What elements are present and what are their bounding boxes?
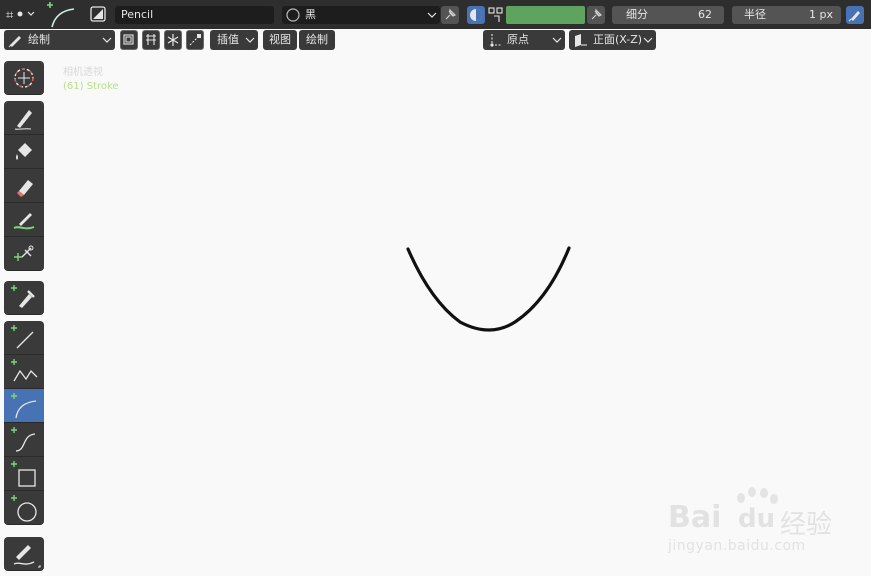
color-wheel-icon xyxy=(470,9,482,21)
vertex-color-button[interactable] xyxy=(487,6,505,24)
cursor-tool[interactable] xyxy=(4,61,44,95)
active-tool-icon[interactable] xyxy=(44,1,78,28)
viewport-object-label: (61) Stroke xyxy=(63,81,119,92)
chevron-down-icon xyxy=(643,37,653,43)
watermark-brand: Bai xyxy=(668,500,722,535)
guides-icon xyxy=(146,34,156,45)
origin-dropdown[interactable]: 原点 xyxy=(483,30,565,50)
pen-pressure-icon xyxy=(848,11,860,22)
erase-tool[interactable] xyxy=(4,169,44,203)
plane-icon xyxy=(575,34,587,47)
radius-value: 1 px xyxy=(809,8,833,21)
eyedropper-tool[interactable] xyxy=(4,281,44,315)
cursor-icon xyxy=(14,68,34,88)
subdivision-label: 细分 xyxy=(626,8,648,21)
pressure-button[interactable] xyxy=(846,6,864,24)
svg-text:⌗: ⌗ xyxy=(6,8,14,23)
material-name-field[interactable]: Pencil xyxy=(115,6,274,24)
subdivision-value: 62 xyxy=(698,8,712,21)
baidu-watermark: Bai du 经验 jingyan.baidu.com xyxy=(668,484,868,560)
radius-slider[interactable]: 半径 1 px xyxy=(732,6,841,24)
mode-label: 绘制 xyxy=(28,33,50,46)
view-menu[interactable]: 视图 xyxy=(263,30,297,50)
pin-icon xyxy=(445,8,457,20)
arc-icon xyxy=(11,393,37,419)
material-icon[interactable] xyxy=(90,6,106,22)
curve-tool[interactable] xyxy=(4,423,44,457)
stroke-placement-icon xyxy=(123,34,134,45)
annotate-icon xyxy=(13,545,41,568)
view-plane-label: 正面(X-Z) xyxy=(593,33,643,46)
grease-pencil-icon: ⌗ xyxy=(6,8,35,23)
box-icon xyxy=(11,461,36,487)
subdivision-slider[interactable]: 细分 62 xyxy=(612,6,724,24)
annotate-tool[interactable] xyxy=(4,537,44,571)
projection-icon xyxy=(189,34,201,46)
guides-button[interactable] xyxy=(142,30,160,50)
pin-button[interactable] xyxy=(441,6,459,24)
circle-tool[interactable] xyxy=(4,491,44,525)
line-tool[interactable] xyxy=(4,321,44,355)
eraser-icon xyxy=(17,180,33,197)
line-icon xyxy=(11,325,34,349)
watermark-brand-2: du xyxy=(738,504,776,534)
arc-icon xyxy=(47,2,75,28)
viewport-perspective-label: 相机透视 xyxy=(63,67,103,78)
radius-label: 半径 xyxy=(744,8,766,21)
pin-icon xyxy=(591,8,603,20)
stroke-placement-button[interactable] xyxy=(120,30,138,50)
chevron-down-icon xyxy=(427,12,437,18)
fill-tool[interactable] xyxy=(4,135,44,169)
snowflake-icon xyxy=(167,34,179,46)
curve-icon xyxy=(11,427,36,452)
vertex-color-icon xyxy=(488,7,503,22)
tint-icon xyxy=(13,213,35,230)
arc-tool[interactable] xyxy=(4,389,44,423)
origin-label: 原点 xyxy=(507,33,529,46)
color-selector[interactable]: 黑 xyxy=(282,6,440,24)
color-mode-button[interactable] xyxy=(467,6,485,24)
draw-menu[interactable]: 绘制 xyxy=(299,30,335,50)
polyline-tool[interactable] xyxy=(4,355,44,389)
scissors-icon xyxy=(14,245,34,261)
interpolate-dropdown[interactable]: 插值 xyxy=(210,30,258,50)
watermark-site: jingyan.baidu.com xyxy=(668,538,806,554)
tool-settings-bar: 绘制 插值 视图 绘制 原点 正面(X-Z) xyxy=(0,29,871,51)
interpolate-label: 插值 xyxy=(217,33,239,46)
origin-icon xyxy=(490,34,502,47)
pencil-icon xyxy=(14,110,32,130)
snap-button[interactable] xyxy=(164,30,182,50)
color-name: 黑 xyxy=(305,8,316,21)
polyline-icon xyxy=(11,359,38,382)
eyedropper-icon xyxy=(11,285,35,308)
mode-dropdown[interactable]: 绘制 xyxy=(4,30,115,50)
bucket-icon xyxy=(16,143,32,160)
chevron-down-icon xyxy=(552,37,562,43)
view-plane-dropdown[interactable]: 正面(X-Z) xyxy=(569,30,656,50)
draw-tool[interactable] xyxy=(4,101,44,135)
circle-icon xyxy=(286,8,300,22)
watermark-brand-cn: 经验 xyxy=(780,510,833,540)
chevron-down-icon xyxy=(102,37,112,43)
projection-button[interactable] xyxy=(186,30,204,50)
pencil-icon xyxy=(8,36,21,48)
chevron-down-icon xyxy=(245,37,255,43)
box-tool[interactable] xyxy=(4,457,44,491)
material-swatch-icon xyxy=(90,6,106,22)
color-swatch[interactable] xyxy=(506,6,585,24)
cutter-tool[interactable] xyxy=(4,237,44,271)
swatch-pin-button[interactable] xyxy=(587,6,605,24)
editor-type-button[interactable]: ⌗ xyxy=(2,3,36,25)
tint-tool[interactable] xyxy=(4,203,44,237)
header-bar: ⌗ Pencil 黑 细分 62 半径 1 px xyxy=(0,0,871,29)
circle-icon xyxy=(11,495,37,522)
